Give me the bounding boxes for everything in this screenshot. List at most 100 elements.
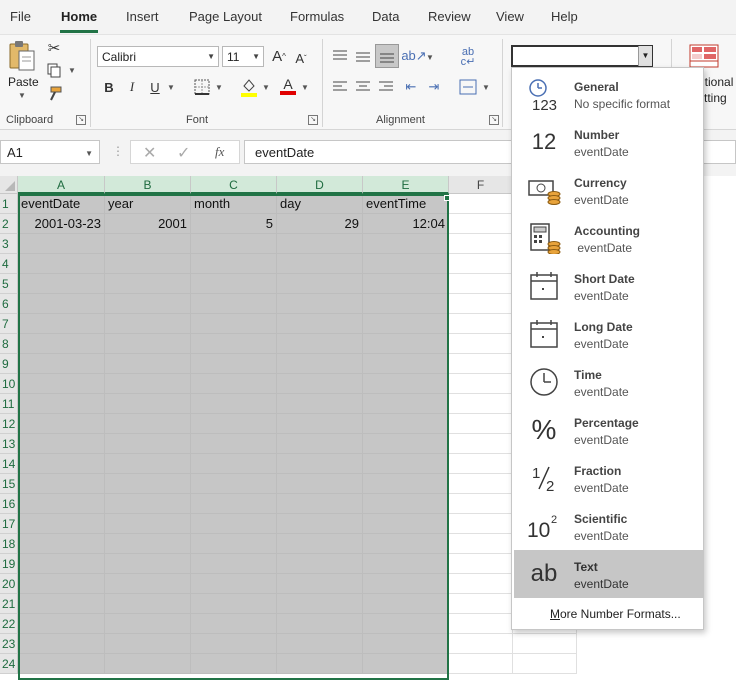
- row-header[interactable]: 1: [0, 194, 18, 214]
- cell[interactable]: [18, 454, 105, 474]
- row-header[interactable]: 5: [0, 274, 18, 294]
- cell[interactable]: [18, 394, 105, 414]
- header-cell[interactable]: year: [105, 194, 191, 214]
- cell[interactable]: [449, 414, 513, 434]
- cell[interactable]: [513, 654, 577, 674]
- cell[interactable]: [191, 494, 277, 514]
- font-color-icon[interactable]: A: [279, 75, 297, 97]
- decrease-indent-icon[interactable]: ⇤: [402, 78, 420, 96]
- cell[interactable]: [191, 394, 277, 414]
- cell[interactable]: [449, 574, 513, 594]
- tab-formulas[interactable]: Formulas: [290, 9, 344, 24]
- cell[interactable]: [105, 634, 191, 654]
- cell[interactable]: [191, 254, 277, 274]
- cell[interactable]: [191, 314, 277, 334]
- cell[interactable]: [18, 254, 105, 274]
- column-header-c[interactable]: C: [191, 176, 277, 194]
- merge-center-icon[interactable]: [458, 77, 478, 97]
- cell[interactable]: [105, 614, 191, 634]
- merge-chevron-down-icon[interactable]: ▼: [482, 83, 490, 92]
- cell[interactable]: [363, 554, 449, 574]
- cell[interactable]: [277, 534, 363, 554]
- cell[interactable]: [191, 354, 277, 374]
- font-color-chevron-down-icon[interactable]: ▼: [301, 83, 309, 92]
- middle-align-icon[interactable]: [354, 46, 372, 66]
- cell[interactable]: [191, 614, 277, 634]
- cell[interactable]: [105, 254, 191, 274]
- cell[interactable]: [277, 414, 363, 434]
- row-header[interactable]: 24: [0, 654, 18, 674]
- cell[interactable]: [277, 314, 363, 334]
- cell[interactable]: [105, 294, 191, 314]
- format-item-fraction[interactable]: 12 Fraction eventDate: [514, 454, 703, 502]
- row-header[interactable]: 22: [0, 614, 18, 634]
- cell[interactable]: [363, 234, 449, 254]
- cell[interactable]: [18, 594, 105, 614]
- format-item-general[interactable]: 123 General No specific format: [514, 70, 703, 118]
- cell[interactable]: [18, 334, 105, 354]
- cell[interactable]: [191, 434, 277, 454]
- cell[interactable]: [449, 534, 513, 554]
- cell[interactable]: [105, 374, 191, 394]
- cell[interactable]: [277, 554, 363, 574]
- cell[interactable]: [449, 214, 513, 234]
- cell[interactable]: [105, 234, 191, 254]
- cell[interactable]: [449, 354, 513, 374]
- cell[interactable]: [18, 534, 105, 554]
- header-cell[interactable]: eventDate: [18, 194, 105, 214]
- cell[interactable]: [18, 474, 105, 494]
- format-item-percentage[interactable]: % Percentage eventDate: [514, 406, 703, 454]
- format-item-long-date[interactable]: Long Date eventDate: [514, 310, 703, 358]
- tab-file[interactable]: File: [10, 9, 31, 24]
- cell[interactable]: [277, 574, 363, 594]
- cell[interactable]: [18, 294, 105, 314]
- cell[interactable]: [18, 614, 105, 634]
- cell[interactable]: [105, 394, 191, 414]
- cell[interactable]: [449, 554, 513, 574]
- cell[interactable]: [191, 414, 277, 434]
- cell[interactable]: [18, 274, 105, 294]
- header-cell[interactable]: eventTime: [363, 194, 449, 214]
- align-center-icon[interactable]: [354, 78, 372, 96]
- italic-icon[interactable]: I: [125, 78, 139, 96]
- cell[interactable]: [449, 614, 513, 634]
- row-header[interactable]: 11: [0, 394, 18, 414]
- font-name-select[interactable]: Calibri ▼: [97, 46, 219, 67]
- cut-icon[interactable]: ✂: [44, 39, 64, 57]
- name-box[interactable]: A1 ▼: [0, 140, 100, 164]
- fill-color-chevron-down-icon[interactable]: ▼: [262, 83, 270, 92]
- cell[interactable]: [18, 494, 105, 514]
- cell[interactable]: [449, 374, 513, 394]
- row-header[interactable]: 6: [0, 294, 18, 314]
- cell[interactable]: [449, 474, 513, 494]
- cell[interactable]: [191, 654, 277, 674]
- font-launcher-icon[interactable]: ↘: [308, 115, 318, 125]
- cell[interactable]: [277, 234, 363, 254]
- column-header-d[interactable]: D: [277, 176, 363, 194]
- format-item-text[interactable]: ab Text eventDate: [514, 550, 703, 598]
- cell[interactable]: [363, 654, 449, 674]
- borders-chevron-down-icon[interactable]: ▼: [215, 83, 223, 92]
- tab-help[interactable]: Help: [551, 9, 578, 24]
- cell[interactable]: [449, 314, 513, 334]
- cell[interactable]: [18, 314, 105, 334]
- cell[interactable]: [277, 654, 363, 674]
- cell[interactable]: [105, 474, 191, 494]
- cell[interactable]: [277, 334, 363, 354]
- cell[interactable]: [363, 534, 449, 554]
- alignment-launcher-icon[interactable]: ↘: [489, 115, 499, 125]
- cell[interactable]: [105, 354, 191, 374]
- header-cell[interactable]: month: [191, 194, 277, 214]
- cell[interactable]: [449, 334, 513, 354]
- orientation-chevron-down-icon[interactable]: ▼: [426, 53, 434, 62]
- align-left-icon[interactable]: [331, 78, 349, 96]
- cell[interactable]: [277, 374, 363, 394]
- cell[interactable]: [449, 274, 513, 294]
- conditional-formatting-label-2[interactable]: tting: [704, 91, 727, 105]
- row-header[interactable]: 17: [0, 514, 18, 534]
- cell[interactable]: [449, 454, 513, 474]
- cell[interactable]: [191, 534, 277, 554]
- cell[interactable]: [191, 374, 277, 394]
- increase-font-size-icon[interactable]: A ^: [270, 46, 288, 66]
- cell[interactable]: [449, 294, 513, 314]
